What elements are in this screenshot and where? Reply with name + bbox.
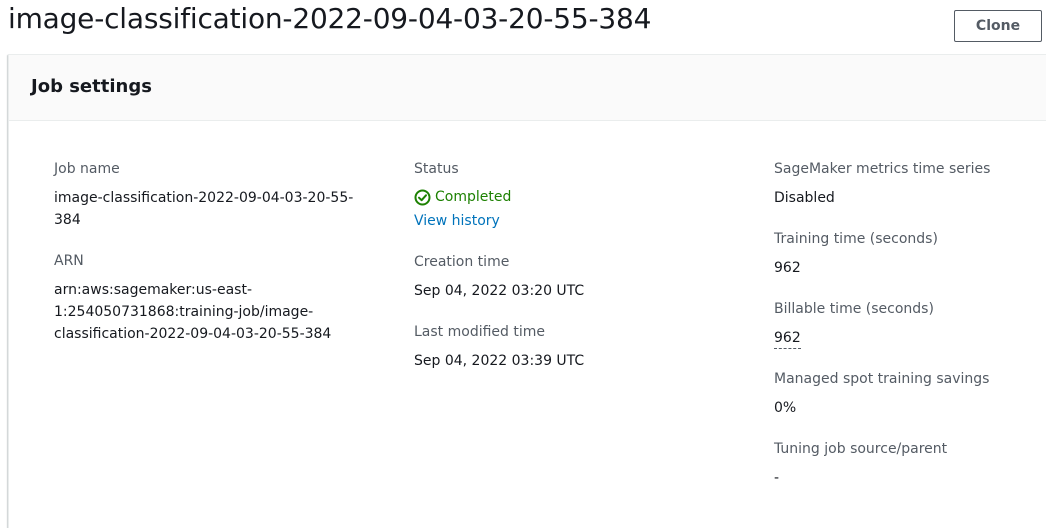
panel-header: Job settings bbox=[9, 55, 1046, 121]
job-name-value: image-classification-2022-09-04-03-20-55… bbox=[54, 190, 354, 228]
last-modified-time-field: Last modified time Sep 04, 2022 03:39 UT… bbox=[414, 322, 734, 372]
page-title: image-classification-2022-09-04-03-20-55… bbox=[8, 2, 652, 35]
status-label: Status bbox=[414, 161, 459, 177]
job-name-field: Job name image-classification-2022-09-04… bbox=[54, 159, 374, 231]
metrics-time-series-label: SageMaker metrics time series bbox=[774, 161, 991, 177]
spot-savings-label: Managed spot training savings bbox=[774, 371, 990, 387]
status-value: Completed bbox=[435, 189, 512, 205]
column-2: Status Completed View history Creation t… bbox=[414, 159, 734, 392]
metrics-time-series-value: Disabled bbox=[774, 190, 835, 206]
training-time-label: Training time (seconds) bbox=[774, 231, 938, 247]
billable-time-value[interactable]: 962 bbox=[774, 328, 801, 349]
metrics-time-series-field: SageMaker metrics time series Disabled bbox=[774, 159, 1046, 209]
billable-time-field: Billable time (seconds) 962 bbox=[774, 299, 1046, 349]
job-name-label: Job name bbox=[54, 161, 120, 177]
billable-time-label: Billable time (seconds) bbox=[774, 301, 934, 317]
column-3: SageMaker metrics time series Disabled T… bbox=[774, 159, 1046, 509]
creation-time-field: Creation time Sep 04, 2022 03:20 UTC bbox=[414, 252, 734, 302]
training-time-field: Training time (seconds) 962 bbox=[774, 229, 1046, 279]
creation-time-label: Creation time bbox=[414, 254, 510, 270]
tuning-job-source-value: - bbox=[774, 470, 780, 486]
tuning-job-source-label: Tuning job source/parent bbox=[774, 441, 948, 457]
panel-title: Job settings bbox=[31, 76, 152, 97]
creation-time-value: Sep 04, 2022 03:20 UTC bbox=[414, 283, 585, 299]
check-circle-icon bbox=[414, 189, 431, 206]
view-history-link[interactable]: View history bbox=[414, 210, 500, 232]
arn-value: arn:aws:sagemaker:us-east-1:254050731868… bbox=[54, 282, 332, 342]
status-field: Status Completed View history bbox=[414, 159, 734, 232]
job-settings-panel: Job settings Job name image-classificati… bbox=[8, 54, 1046, 528]
tuning-job-source-field: Tuning job source/parent - bbox=[774, 439, 1046, 489]
training-time-value: 962 bbox=[774, 260, 801, 276]
arn-label: ARN bbox=[54, 253, 84, 269]
last-modified-time-value: Sep 04, 2022 03:39 UTC bbox=[414, 353, 585, 369]
clone-button[interactable]: Clone bbox=[954, 10, 1042, 42]
status-value-row: Completed bbox=[414, 187, 734, 207]
last-modified-time-label: Last modified time bbox=[414, 324, 545, 340]
spot-savings-field: Managed spot training savings 0% bbox=[774, 369, 1046, 419]
column-1: Job name image-classification-2022-09-04… bbox=[54, 159, 374, 365]
arn-field: ARN arn:aws:sagemaker:us-east-1:25405073… bbox=[54, 251, 374, 345]
spot-savings-value: 0% bbox=[774, 400, 797, 416]
